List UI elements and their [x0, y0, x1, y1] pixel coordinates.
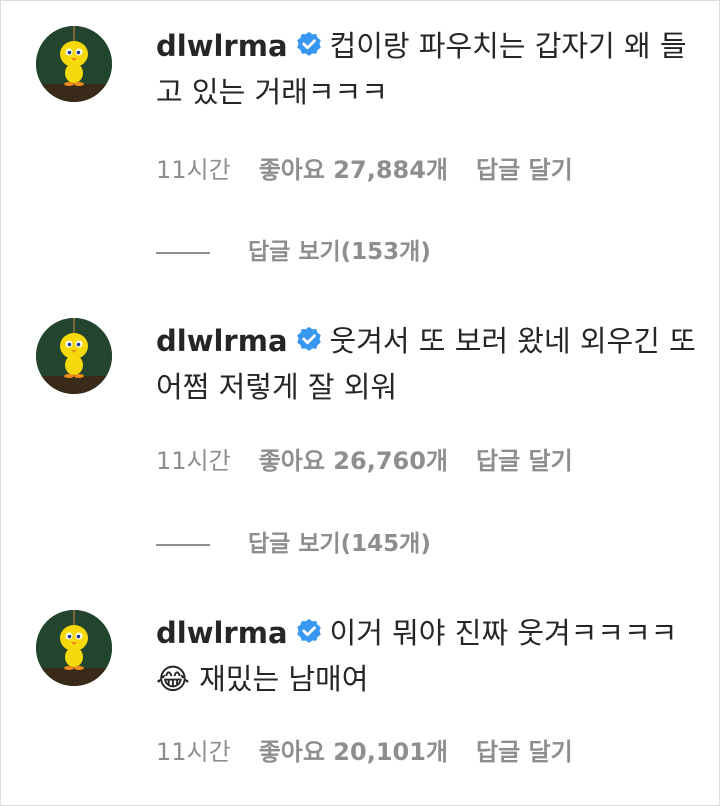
verified-badge-icon — [296, 326, 321, 351]
reply-button[interactable]: 답글 달기 — [476, 738, 573, 766]
view-replies-button[interactable]: 답글 보기(145개) — [156, 524, 431, 557]
replies-divider-line — [156, 543, 210, 546]
comment-time[interactable]: 11시간 — [156, 156, 231, 184]
comment-meta: 11시간 좋아요 20,101개 답글 달기 — [156, 732, 601, 766]
tweety-avatar-icon[interactable] — [36, 610, 112, 686]
reply-button[interactable]: 답글 달기 — [476, 447, 573, 475]
replies-divider-line — [156, 251, 210, 254]
tweety-avatar-icon[interactable] — [36, 318, 112, 394]
comment-time[interactable]: 11시간 — [156, 447, 231, 475]
comment-text-block: dlwlrma 컵이랑 파우치는 갑자기 왜 들고 있는 거래ㅋㅋㅋ — [156, 23, 701, 115]
username-link[interactable]: dlwlrma — [156, 29, 288, 63]
comment-text-block: dlwlrma 이거 뭐야 진짜 웃겨ㅋㅋㅋㅋ😂 재밌는 남매여 — [156, 610, 701, 702]
verified-badge-icon — [296, 618, 321, 643]
likes-count[interactable]: 좋아요 26,760개 — [259, 447, 448, 475]
likes-count[interactable]: 좋아요 20,101개 — [259, 738, 448, 766]
comment-meta: 11시간 좋아요 26,760개 답글 달기 — [156, 441, 601, 475]
username-link[interactable]: dlwlrma — [156, 324, 288, 358]
comment-text-block: dlwlrma 웃겨서 또 보러 왔네 외우긴 또 어쩜 저렇게 잘 외워 — [156, 318, 701, 410]
view-replies-label: 답글 보기(145개) — [248, 531, 431, 557]
comment-meta: 11시간 좋아요 27,884개 답글 달기 — [156, 150, 601, 184]
comment-time[interactable]: 11시간 — [156, 738, 231, 766]
tweety-avatar-icon[interactable] — [36, 26, 112, 102]
likes-count[interactable]: 좋아요 27,884개 — [259, 156, 448, 184]
reply-button[interactable]: 답글 달기 — [476, 156, 573, 184]
verified-badge-icon — [296, 31, 321, 56]
view-replies-button[interactable]: 답글 보기(153개) — [156, 232, 431, 265]
view-replies-label: 답글 보기(153개) — [248, 239, 431, 265]
username-link[interactable]: dlwlrma — [156, 616, 288, 650]
